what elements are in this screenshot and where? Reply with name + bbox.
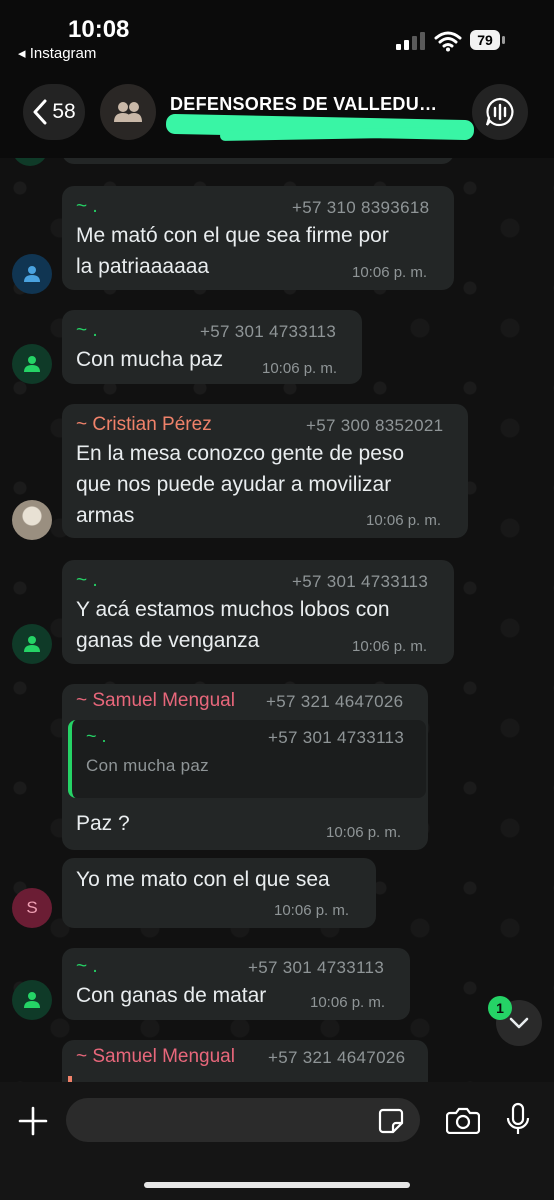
message-list[interactable]: ~ . +57 310 8393618 Me mató con el que s… [0,158,554,1082]
group-avatar[interactable] [100,84,156,140]
sender-avatar[interactable] [12,344,52,384]
sender-name[interactable]: ~ . [76,570,98,592]
message-bubble[interactable]: ~ Samuel Mengual +57 321 4647026 [62,1040,428,1082]
message-bubble[interactable]: ~ . +57 301 4733113 Con mucha paz 10:06 … [62,310,362,384]
sender-avatar-photo[interactable] [12,500,52,540]
avatar [12,158,48,166]
sender-phone: +57 301 4733113 [248,958,385,977]
sender-name[interactable]: ~ . [76,956,98,978]
sender-avatar[interactable]: S [12,888,52,928]
message-input[interactable] [66,1098,420,1142]
sender-avatar[interactable] [12,254,52,294]
message-time: 10:06 p. m. [310,994,386,1011]
sender-avatar[interactable] [12,624,52,664]
sender-phone: +57 300 8352021 [306,416,444,435]
plus-icon[interactable] [18,1106,48,1136]
group-name[interactable]: DEFENSORES DE VALLEDU… [170,94,437,115]
message-time: 10:06 p. m. [366,512,442,529]
cellular-signal-icon [396,32,425,50]
camera-icon[interactable] [446,1106,480,1134]
message-bubble[interactable]: ~ Cristian Pérez +57 300 8352021 En la m… [62,404,468,538]
sender-phone: +57 301 4733113 [200,322,337,341]
sender-name[interactable]: ~ . [76,196,98,218]
message-bubble[interactable]: ~ Samuel Mengual +57 321 4647026 ~ . +57… [62,684,428,850]
sender-phone: +57 321 4647026 [268,1048,406,1067]
message-text: Con ganas de matar [76,984,267,1007]
mic-icon[interactable] [506,1102,530,1136]
unread-badge: 1 [488,996,512,1020]
wifi-icon [434,31,462,52]
person-icon [24,636,40,652]
message-text: Paz ? [76,812,130,835]
message-text: Con mucha paz [76,348,224,371]
status-time: 10:08 [68,16,130,43]
message-time: 10:06 p. m. [352,264,428,281]
quoted-text: Con mucha paz [86,756,209,775]
back-icon [33,99,47,125]
status-bar: 10:08 ◂ Instagram 79 [0,0,554,70]
avatar-initial: S [26,898,38,917]
person-icon [24,992,40,1008]
sender-phone: +57 301 4733113 [292,572,429,591]
sticker-icon[interactable] [378,1108,404,1134]
quoted-phone: +57 301 4733113 [268,728,405,747]
quoted-message[interactable]: ~ . +57 301 4733113 Con mucha paz [68,720,426,798]
message-bubble[interactable]: ~ . +57 310 8393618 Me mató con el que s… [62,186,454,290]
sender-name[interactable]: ~ Cristian Pérez [76,414,212,436]
chat-header: 58 DEFENSORES DE VALLEDU… [0,70,554,158]
message-bubble[interactable]: ~ . +57 301 4733113 Con ganas de matar 1… [62,948,410,1020]
message-bubble-partial [62,158,454,164]
message-text: Yo me mato con el que sea [76,868,330,891]
message-time: 10:06 p. m. [352,638,428,655]
voice-chat-icon [485,97,514,127]
message-bubble[interactable]: Yo me mato con el que sea 10:06 p. m. [62,858,376,928]
home-indicator [144,1182,410,1188]
group-icon [114,102,142,122]
person-icon [24,356,40,372]
battery-indicator: 79 [470,30,506,52]
back-to-app-link[interactable]: ◂ Instagram [18,44,96,62]
battery-level: 79 [470,30,500,50]
message-time: 10:06 p. m. [262,360,338,377]
sender-name[interactable]: ~ . [76,320,98,342]
sender-name[interactable]: ~ Samuel Mengual [76,690,235,712]
person-icon [24,266,40,282]
message-bubble[interactable]: ~ . +57 301 4733113 Y acá estamos muchos… [62,560,454,664]
message-time: 10:06 p. m. [326,824,402,841]
sender-name[interactable]: ~ Samuel Mengual [76,1046,235,1068]
sender-avatar[interactable] [12,980,52,1020]
message-text: Y acá estamos muchos lobos con ganas de v… [76,598,390,652]
message-text: En la mesa conozco gente de peso que nos … [76,442,405,527]
sender-phone: +57 321 4647026 [266,692,404,711]
message-time: 10:06 p. m. [274,902,350,919]
chevron-down-icon [509,1017,529,1029]
message-text: Me mató con el que sea firme por la patri… [76,224,389,278]
unread-count: 58 [52,100,76,123]
sender-phone: +57 310 8393618 [292,198,430,217]
quoted-sender: ~ . [86,726,107,746]
back-button[interactable]: 58 [23,84,85,140]
voice-chat-button[interactable] [472,84,528,140]
